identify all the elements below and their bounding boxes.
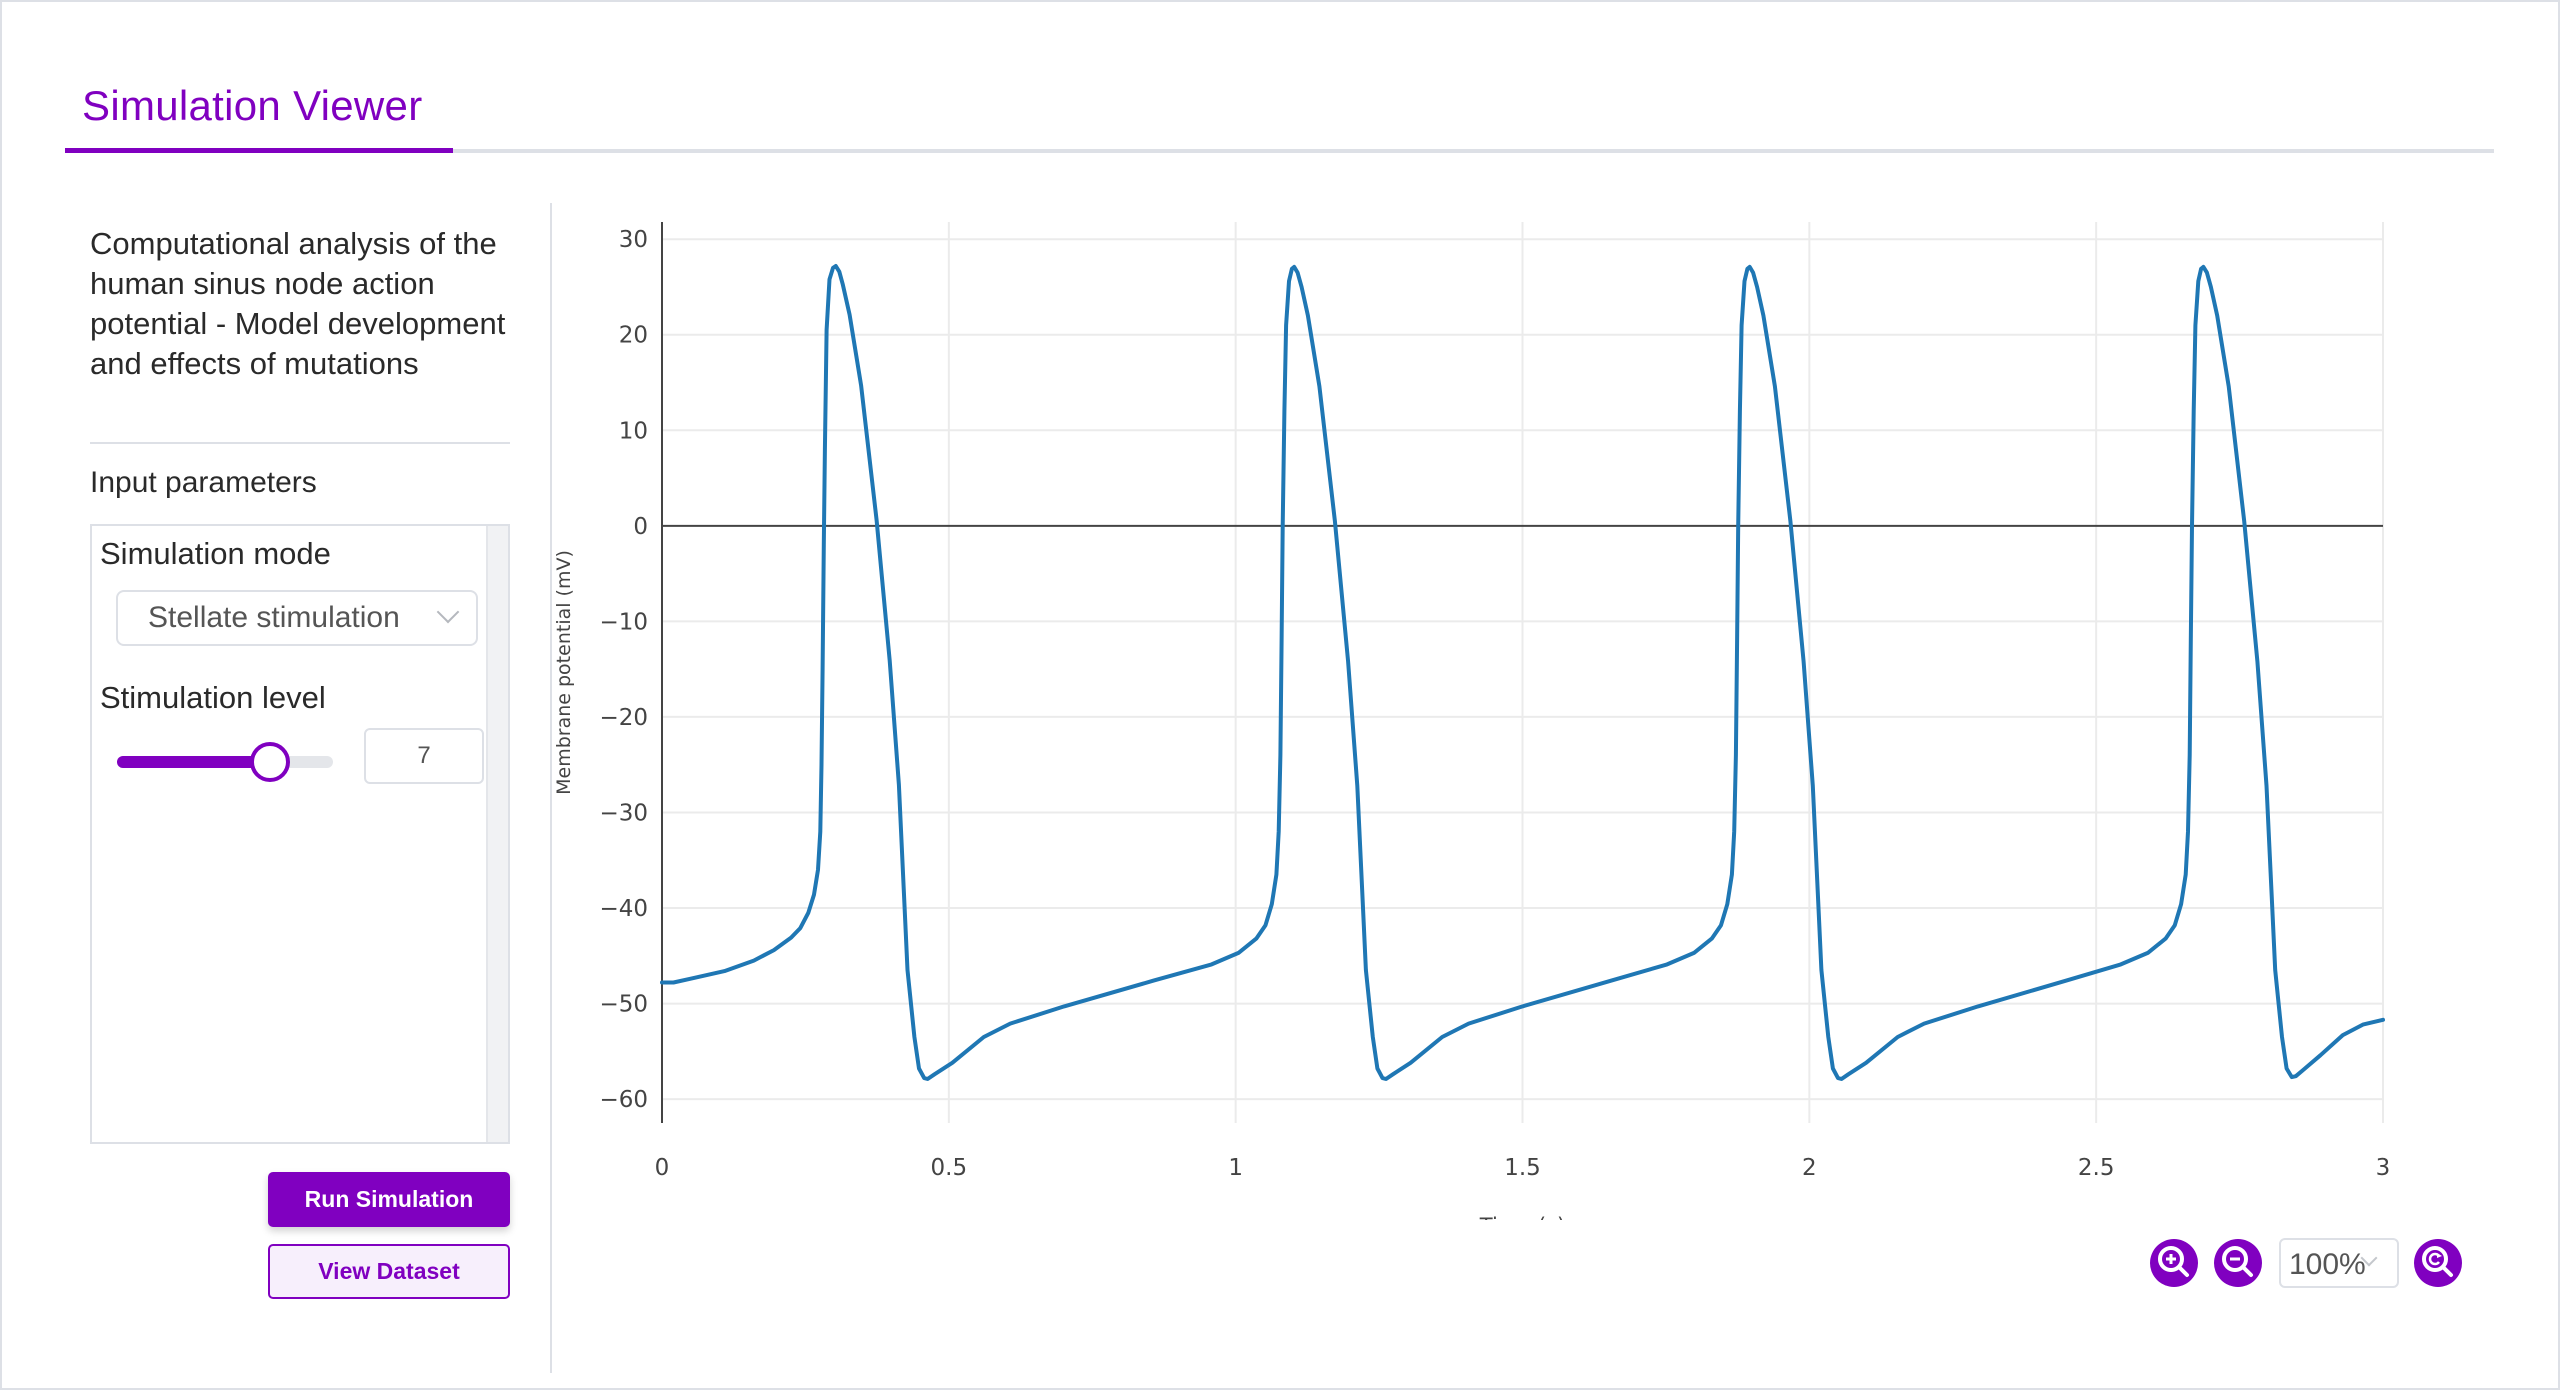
y-tick-label: 20 — [619, 323, 648, 349]
x-tick-label: 0 — [655, 1155, 670, 1181]
y-tick-label: −60 — [599, 1087, 648, 1113]
simulation-mode-value: Stellate stimulation — [148, 601, 400, 634]
chart-svg: 0 0.5 1 1.5 2 2.5 3 30 20 10 0 −10 −20 −30 −40 −50 −60 T… — [553, 222, 2391, 1220]
y-tick-label: −10 — [599, 609, 648, 635]
zoom-reset-button[interactable] — [2414, 1239, 2462, 1287]
y-tick-label: −40 — [599, 896, 648, 922]
panel-scrollbar[interactable] — [486, 526, 508, 1142]
zoom-out-button[interactable] — [2214, 1239, 2262, 1287]
y-tick-label: 0 — [633, 514, 648, 540]
x-tick-label: 2 — [1802, 1155, 1817, 1181]
slider-fill — [117, 756, 269, 768]
input-parameters-panel: Simulation mode Stellate stimulation Sti… — [90, 524, 510, 1144]
stimulation-level-input[interactable]: 7 — [364, 728, 484, 784]
simulation-mode-label: Simulation mode — [100, 536, 331, 571]
zoom-reset-icon — [2422, 1246, 2453, 1277]
stimulation-level-slider[interactable] — [117, 742, 333, 782]
title-active-underline — [65, 148, 453, 153]
y-tick-label: 10 — [619, 418, 648, 444]
x-tick-label: 0.5 — [931, 1155, 968, 1181]
membrane-potential-chart: 0 0.5 1 1.5 2 2.5 3 30 20 10 0 −10 −20 −30 −40 −50 −60 T… — [540, 200, 2440, 1220]
app-title: Simulation Viewer — [82, 82, 423, 129]
y-axis-title: Membrane potential (mV) — [553, 550, 575, 795]
zoom-in-icon — [2158, 1246, 2189, 1277]
stimulation-level-label: Stimulation level — [100, 680, 326, 715]
zoom-level-select[interactable]: 100% — [2279, 1238, 2399, 1288]
y-tick-label: −20 — [599, 705, 648, 731]
view-dataset-button[interactable]: View Dataset — [268, 1244, 510, 1299]
slider-thumb[interactable] — [250, 742, 291, 782]
simulation-mode-select[interactable]: Stellate stimulation — [116, 590, 478, 646]
y-tick-label: −30 — [599, 800, 648, 826]
input-parameters-heading: Input parameters — [90, 466, 317, 499]
zoom-level-value: 100% — [2289, 1248, 2366, 1281]
y-tick-label: 30 — [619, 227, 648, 253]
zoom-in-button[interactable] — [2150, 1239, 2198, 1287]
y-tick-label: −50 — [599, 992, 648, 1018]
chevron-down-icon — [436, 600, 460, 624]
study-title-divider — [90, 442, 510, 444]
run-simulation-button[interactable]: Run Simulation — [268, 1172, 510, 1227]
x-tick-label: 3 — [2376, 1155, 2391, 1181]
zoom-out-icon — [2222, 1246, 2253, 1277]
study-title: Computational analysis of the human sinu… — [90, 226, 506, 381]
x-tick-label: 1.5 — [1504, 1155, 1541, 1181]
x-tick-label: 2.5 — [2078, 1155, 2115, 1181]
x-axis-title: Time (s) — [1479, 1214, 1565, 1220]
x-tick-label: 1 — [1228, 1155, 1243, 1181]
